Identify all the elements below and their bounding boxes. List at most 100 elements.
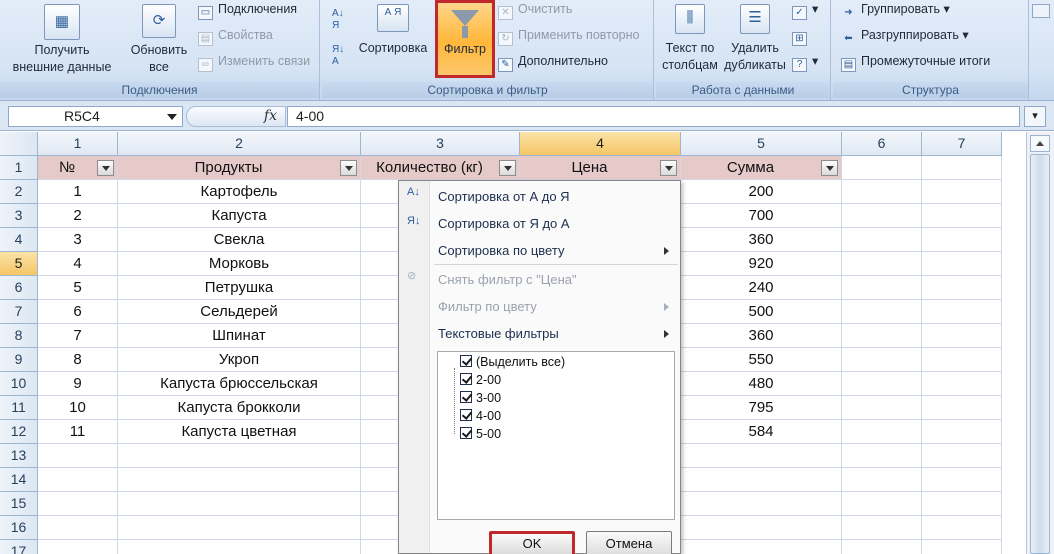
checkbox-checked-icon[interactable] [460,427,472,439]
grid-cell[interactable] [681,468,842,492]
name-box[interactable]: R5C4 [8,106,183,127]
row-header[interactable]: 5 [0,252,38,276]
filter-dropdown-button[interactable] [660,160,677,176]
properties-button[interactable]: ▤ Свойства [198,26,273,46]
filter-dropdown-button[interactable] [821,160,838,176]
text-to-columns-button[interactable]: ⫼ Текст по столбцам [658,4,722,74]
grid-cell[interactable] [922,516,1002,540]
column-header[interactable]: 4 [520,132,681,156]
grid-cell[interactable] [118,516,361,540]
group-button[interactable]: ➜ Группировать ▾ [841,0,949,21]
grid-cell[interactable] [38,516,118,540]
table-header-cell[interactable]: Количество (кг) [361,156,498,180]
advanced-button[interactable]: ✎ Дополнительно [498,52,608,72]
row-header[interactable]: 13 [0,444,38,468]
remove-duplicates-button[interactable]: ☰ Удалить дубликаты [722,4,788,74]
filter-values-list[interactable]: (Выделить все) 2-00 3-00 4-00 5-00 [437,351,675,520]
menu-filter-by-color[interactable]: Фильтр по цвету [438,299,537,314]
row-header[interactable]: 7 [0,300,38,324]
grid-cell[interactable] [922,492,1002,516]
grid-cell[interactable] [922,468,1002,492]
consolidate-button[interactable]: ⊞ [792,26,812,46]
sort-za-button[interactable]: Я↓ А [332,44,344,68]
scroll-up-arrow-icon[interactable] [1030,135,1050,152]
grid-cell[interactable] [842,156,922,180]
grid-cell[interactable] [38,444,118,468]
grid-cell[interactable] [922,204,1002,228]
chevron-down-icon[interactable] [167,114,177,120]
grid-cell[interactable] [842,276,922,300]
grid-cell[interactable] [842,420,922,444]
grid-cell[interactable] [922,228,1002,252]
sort-az-button[interactable]: А↓ Я [332,8,344,32]
table-header-cell[interactable]: Продукты [118,156,339,180]
what-if-button[interactable]: ? ▾ [792,52,818,72]
refresh-all-button[interactable]: ⟳ Обновить все [126,4,192,76]
grid-cell[interactable] [922,444,1002,468]
row-header[interactable]: 4 [0,228,38,252]
vertical-scrollbar[interactable] [1026,132,1054,554]
grid-cell[interactable] [38,492,118,516]
menu-text-filters[interactable]: Текстовые фильтры [438,326,559,341]
table-header-cell[interactable]: № [38,156,96,180]
table-header-cell[interactable]: Цена [520,156,659,180]
cancel-button[interactable]: Отмена [586,531,672,554]
grid-cell[interactable] [681,516,842,540]
grid-cell[interactable] [922,252,1002,276]
menu-sort-ascending[interactable]: Сортировка от А до Я [438,189,570,204]
get-external-data-button[interactable]: ▦ Получить внешние данные [6,4,118,76]
column-header[interactable]: 3 [361,132,520,156]
reapply-button[interactable]: ↻ Применить повторно [498,26,640,46]
row-header[interactable]: 11 [0,396,38,420]
grid-cell[interactable] [922,156,1002,180]
grid-cell[interactable] [842,540,922,554]
grid-cell[interactable] [922,276,1002,300]
filter-dropdown-button[interactable] [340,160,357,176]
row-header[interactable]: 12 [0,420,38,444]
grid-cell[interactable] [842,396,922,420]
row-header[interactable]: 15 [0,492,38,516]
data-validation-button[interactable]: ✓ ▾ [792,0,818,20]
grid-cell[interactable] [842,324,922,348]
edit-links-button[interactable]: ∞ Изменить связи [198,52,310,72]
insert-function-icon[interactable]: fx [264,108,277,124]
grid-cell[interactable] [118,540,361,554]
row-header[interactable]: 14 [0,468,38,492]
row-header[interactable]: 2 [0,180,38,204]
clear-button[interactable]: ✕ Очистить [498,0,572,20]
row-header[interactable]: 17 [0,540,38,554]
scrollbar-thumb[interactable] [1030,154,1050,554]
grid-cell[interactable] [922,420,1002,444]
filter-dropdown-button[interactable] [499,160,516,176]
ungroup-button[interactable]: ⬅ Разгруппировать ▾ [841,26,968,47]
checkbox-checked-icon[interactable] [460,355,472,367]
grid-cell[interactable] [922,300,1002,324]
row-header[interactable]: 6 [0,276,38,300]
menu-sort-descending[interactable]: Сортировка от Я до А [438,216,570,231]
grid-cell[interactable] [842,228,922,252]
row-header[interactable]: 10 [0,372,38,396]
checkbox-checked-icon[interactable] [460,409,472,421]
grid-cell[interactable] [38,468,118,492]
grid-cell[interactable] [118,468,361,492]
column-header[interactable]: 6 [842,132,922,156]
row-header[interactable]: 3 [0,204,38,228]
filter-value-checkbox[interactable]: 2-00 [460,373,501,387]
select-all-corner[interactable] [0,132,38,156]
filter-button[interactable]: Фильтр [435,0,495,78]
column-header[interactable]: 5 [681,132,842,156]
filter-dropdown-button[interactable] [97,160,114,176]
row-header[interactable]: 16 [0,516,38,540]
grid-cell[interactable] [118,492,361,516]
grid-cell[interactable] [842,468,922,492]
connections-button[interactable]: ▭ Подключения [198,0,297,20]
expand-formula-bar-button[interactable]: ▾ [1024,106,1046,127]
filter-value-checkbox[interactable]: 5-00 [460,427,501,441]
grid-cell[interactable] [922,396,1002,420]
checkbox-checked-icon[interactable] [460,373,472,385]
grid-cell[interactable] [842,252,922,276]
grid-cell[interactable] [842,516,922,540]
formula-input[interactable]: 4-00 [287,106,1020,127]
column-header[interactable]: 1 [38,132,118,156]
ribbon-scroll-right[interactable] [1032,4,1050,18]
